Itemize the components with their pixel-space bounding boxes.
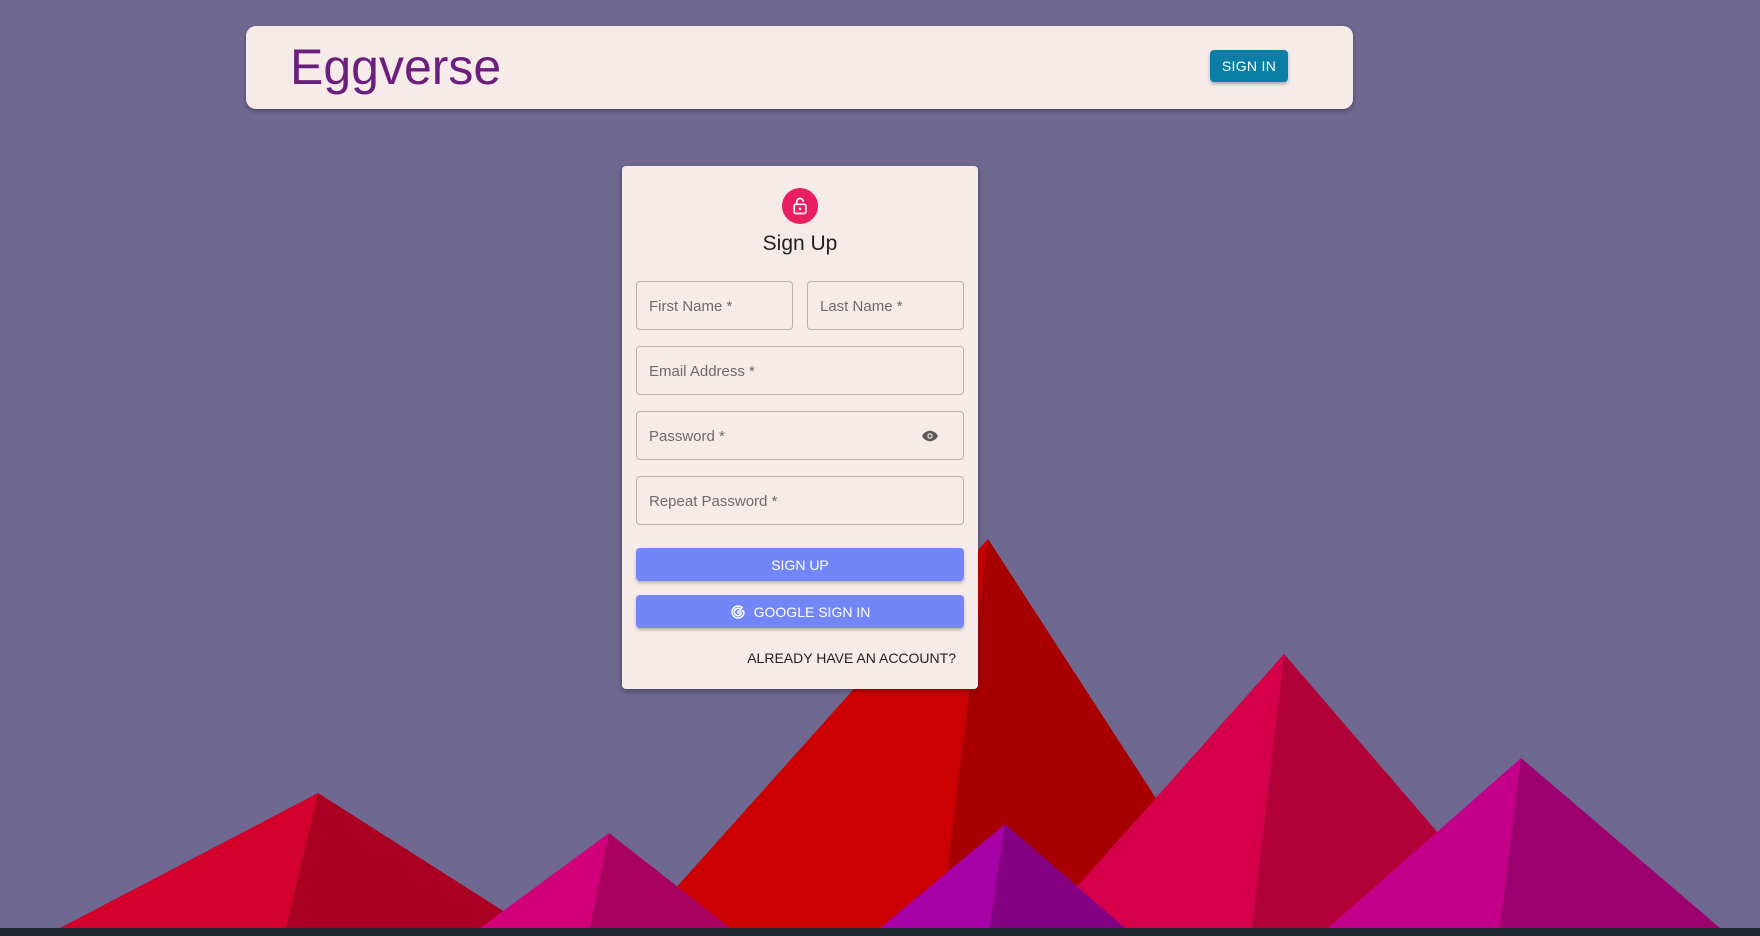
eye-icon[interactable] (919, 427, 941, 450)
sign-up-label: SIGN UP (771, 556, 829, 573)
password-field[interactable]: Password * (636, 411, 964, 460)
repeat-password-placeholder: Repeat Password * (649, 493, 778, 510)
sign-up-button[interactable]: SIGN UP (636, 548, 964, 581)
header-sign-in-button[interactable]: SIGN IN (1210, 50, 1288, 82)
bottom-strip (0, 928, 1760, 936)
password-placeholder: Password * (649, 428, 725, 445)
app-header: Eggverse SIGN IN (246, 26, 1353, 109)
last-name-field[interactable]: Last Name * (807, 281, 964, 330)
first-name-placeholder: First Name * (649, 298, 733, 315)
first-name-field[interactable]: First Name * (636, 281, 793, 330)
google-sign-in-label: GOOGLE SIGN IN (753, 603, 871, 620)
signup-card: Sign Up First Name * Last Name * Email A… (622, 166, 978, 689)
google-icon (730, 604, 746, 620)
signup-title: Sign Up (762, 232, 838, 255)
email-field[interactable]: Email Address * (636, 346, 964, 395)
google-sign-in-button[interactable]: GOOGLE SIGN IN (636, 595, 964, 628)
lock-open-icon (782, 188, 818, 224)
already-have-account-link[interactable]: ALREADY HAVE AN ACCOUNT? (747, 650, 956, 666)
last-name-placeholder: Last Name * (820, 298, 903, 315)
brand-logo-text: Eggverse (290, 39, 502, 95)
email-placeholder: Email Address * (649, 363, 755, 380)
repeat-password-field[interactable]: Repeat Password * (636, 476, 964, 525)
